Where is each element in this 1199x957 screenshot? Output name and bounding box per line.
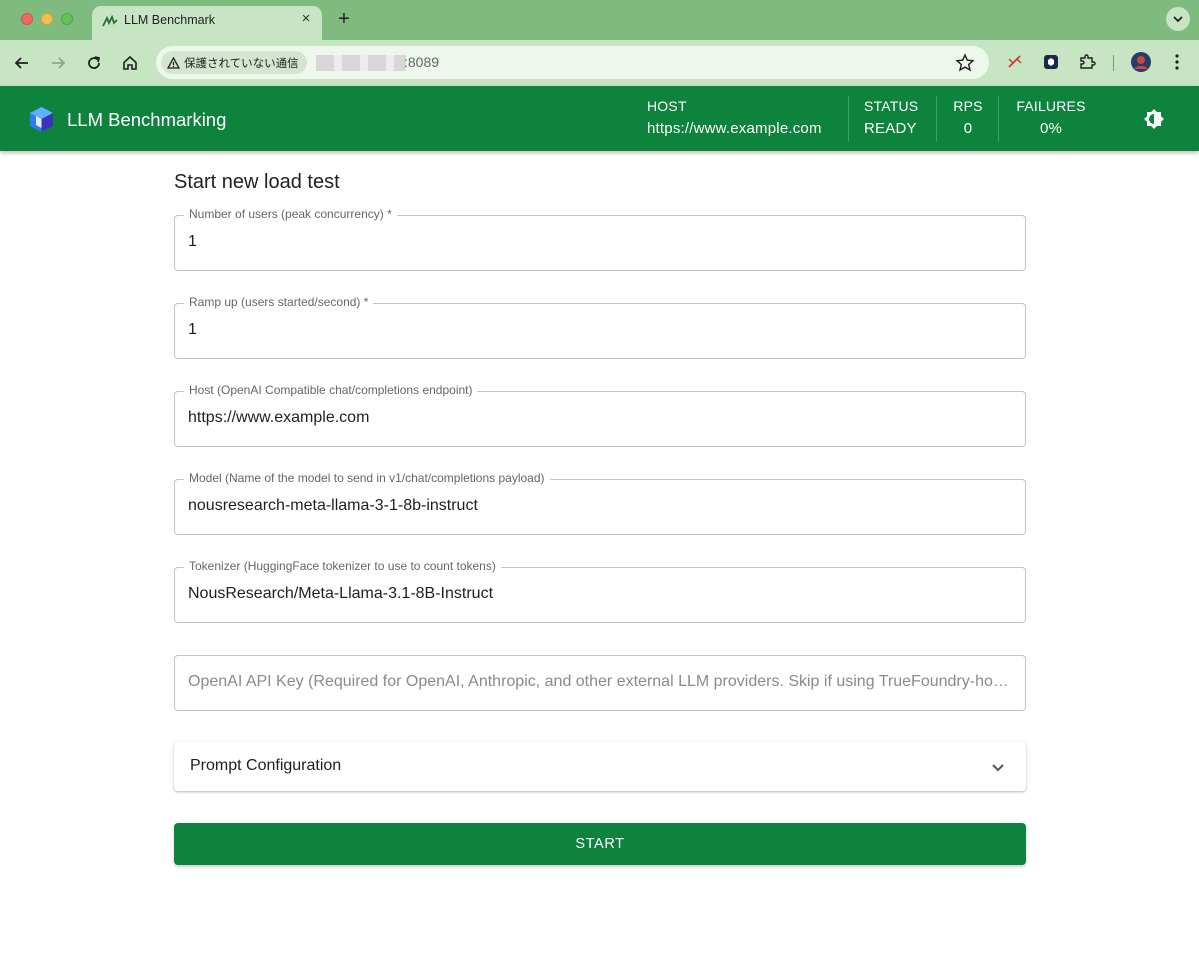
- tokenizer-label: Tokenizer (HuggingFace tokenizer to use …: [184, 559, 501, 573]
- model-input[interactable]: nousresearch-meta-llama-3-1-8b-instruct: [188, 497, 478, 515]
- start-button[interactable]: START: [174, 823, 1026, 865]
- maximize-window-button[interactable]: [61, 13, 73, 25]
- tab-title: LLM Benchmark: [124, 13, 216, 27]
- close-window-button[interactable]: [21, 13, 33, 25]
- prompt-configuration-accordion[interactable]: Prompt Configuration: [174, 742, 1026, 791]
- url-host-redacted: [316, 55, 406, 71]
- avatar-icon: [1131, 52, 1151, 72]
- browser-menu-button[interactable]: [1167, 52, 1187, 72]
- hexagon-icon: [1044, 55, 1058, 69]
- ramp-up-label: Ramp up (users started/second) *: [184, 295, 374, 309]
- users-field[interactable]: Number of users (peak concurrency) * 1: [174, 207, 1026, 271]
- minimize-window-button[interactable]: [41, 13, 53, 25]
- security-chip[interactable]: 保護されていない通信: [161, 51, 307, 74]
- extensions-button[interactable]: [1077, 52, 1097, 72]
- toolbar-separator: [1113, 55, 1114, 71]
- back-button[interactable]: [11, 52, 33, 74]
- bookmark-star-icon[interactable]: [955, 53, 975, 73]
- app-header: LLM Benchmarking HOST https://www.exampl…: [0, 86, 1199, 151]
- users-label: Number of users (peak concurrency) *: [184, 207, 397, 221]
- status-label: STATUS: [864, 98, 919, 114]
- ramp-up-input[interactable]: 1: [188, 321, 197, 339]
- host-stat: HOST https://www.example.com: [647, 98, 822, 137]
- rps-label: RPS: [953, 98, 983, 114]
- browser-tab[interactable]: LLM Benchmark ×: [92, 6, 322, 40]
- arrow-right-icon: [52, 57, 66, 69]
- host-input[interactable]: https://www.example.com: [188, 409, 369, 427]
- failures-label: FAILURES: [1016, 98, 1086, 114]
- pen-slash-icon: [1008, 55, 1022, 68]
- forward-button[interactable]: [47, 52, 69, 74]
- accordion-label: Prompt Configuration: [190, 757, 342, 774]
- chevron-down-icon: [992, 764, 1004, 772]
- failures-value: 0%: [1039, 120, 1063, 137]
- chevron-down-icon: [1173, 16, 1183, 23]
- more-vertical-icon: [1175, 54, 1179, 70]
- users-input[interactable]: 1: [188, 233, 197, 251]
- theme-toggle-icon[interactable]: [1142, 107, 1166, 131]
- new-tab-button[interactable]: +: [334, 9, 354, 29]
- browser-titlebar: LLM Benchmark × +: [0, 0, 1199, 40]
- form-title: Start new load test: [174, 171, 340, 193]
- tokenizer-input[interactable]: NousResearch/Meta-Llama-3.1-8B-Instruct: [188, 585, 493, 603]
- reload-icon: [88, 56, 101, 69]
- logo-icon: [30, 107, 53, 132]
- tab-close-icon[interactable]: ×: [298, 11, 314, 27]
- profile-avatar[interactable]: [1131, 52, 1151, 72]
- rps-value: 0: [963, 120, 973, 137]
- locust-favicon-icon: [102, 15, 118, 27]
- browser-toolbar: 保護されていない通信 :8089: [0, 40, 1199, 86]
- reload-button[interactable]: [83, 52, 105, 74]
- api-key-input[interactable]: OpenAI API Key (Required for OpenAI, Ant…: [188, 673, 1009, 691]
- host-field[interactable]: Host (OpenAI Compatible chat/completions…: [174, 383, 1026, 447]
- rps-stat: RPS 0: [953, 98, 983, 137]
- api-key-field[interactable]: OpenAI API Key (Required for OpenAI, Ant…: [174, 655, 1026, 711]
- status-stat: STATUS READY: [864, 98, 918, 137]
- model-label: Model (Name of the model to send in v1/c…: [184, 471, 550, 485]
- home-button[interactable]: [119, 52, 141, 74]
- url-port: :8089: [404, 54, 440, 70]
- warning-icon: [167, 56, 180, 69]
- extension-2-button[interactable]: [1041, 52, 1061, 72]
- address-bar[interactable]: 保護されていない通信 :8089: [156, 46, 989, 79]
- stat-divider: [848, 96, 849, 142]
- host-value: https://www.example.com: [647, 120, 822, 137]
- ramp-up-field[interactable]: Ramp up (users started/second) * 1: [174, 295, 1026, 359]
- tokenizer-field[interactable]: Tokenizer (HuggingFace tokenizer to use …: [174, 559, 1026, 623]
- stat-divider: [998, 96, 999, 142]
- host-field-label: Host (OpenAI Compatible chat/completions…: [184, 383, 478, 397]
- security-label: 保護されていない通信: [184, 57, 299, 70]
- arrow-left-icon: [14, 57, 28, 69]
- tab-search-button[interactable]: [1166, 7, 1190, 31]
- home-icon: [123, 55, 137, 70]
- extension-1-button[interactable]: [1005, 52, 1025, 72]
- status-value: READY: [864, 120, 917, 137]
- stat-divider: [936, 96, 937, 142]
- puzzle-icon: [1080, 54, 1096, 69]
- model-field[interactable]: Model (Name of the model to send in v1/c…: [174, 471, 1026, 535]
- failures-stat: FAILURES 0%: [1016, 98, 1086, 137]
- host-label: HOST: [647, 98, 687, 114]
- app-title: LLM Benchmarking: [67, 109, 227, 130]
